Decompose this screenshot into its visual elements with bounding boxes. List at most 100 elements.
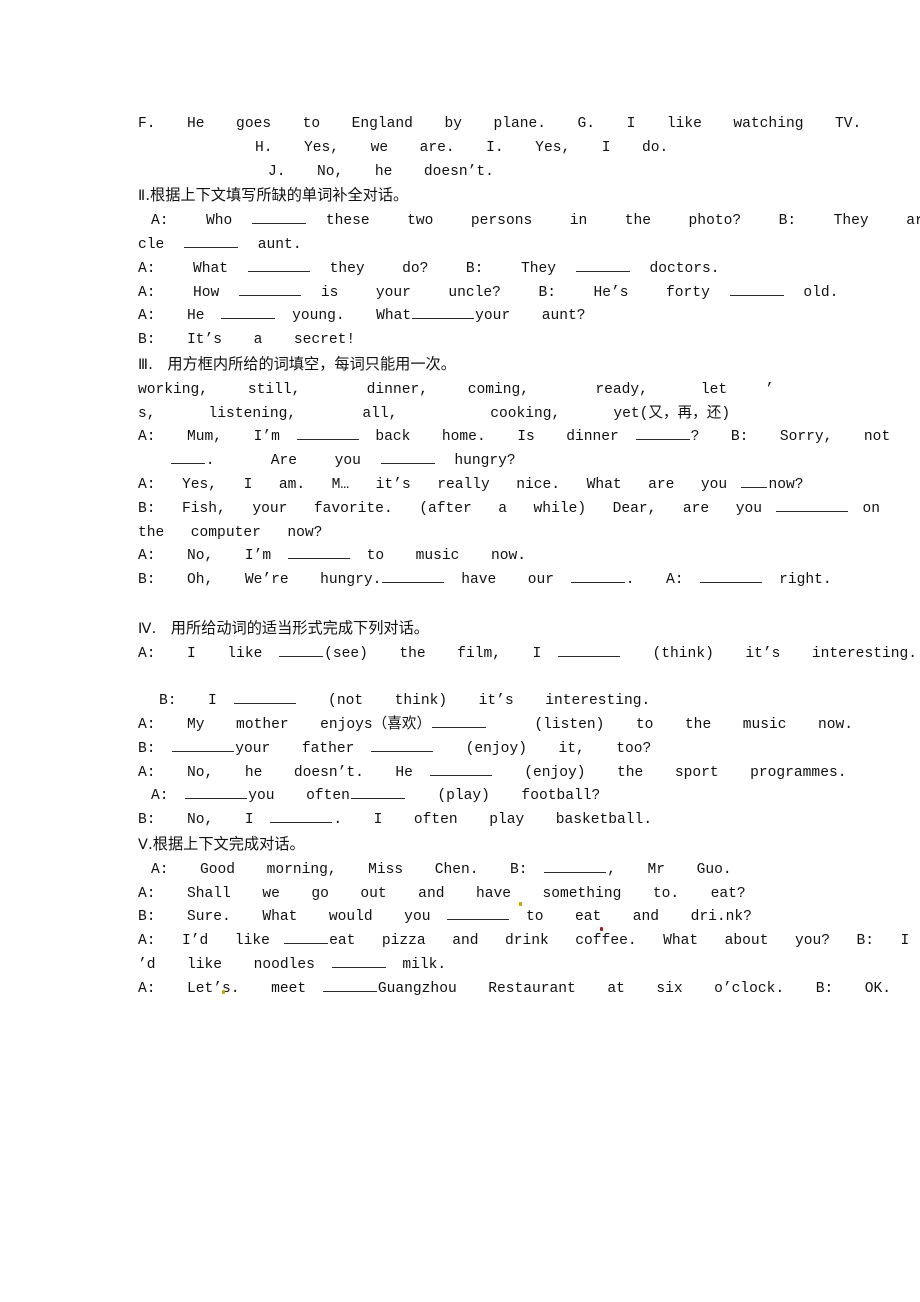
blank-field[interactable]	[544, 860, 607, 873]
text-fragment: A: I’d like	[138, 933, 284, 950]
blank-field[interactable]	[172, 739, 235, 752]
text-fragment: cle	[138, 236, 184, 253]
blank-field[interactable]	[331, 955, 386, 968]
exercise-5-line-4: A: I’d like eat pizza and drink coffee. …	[138, 930, 909, 954]
text-fragment: ’d like noodles	[138, 956, 331, 973]
text-fragment: A: Mum, I’m	[138, 429, 296, 446]
blank-field[interactable]	[432, 715, 487, 728]
exercise-3-line-5: the computer now?	[138, 524, 323, 541]
blank-field[interactable]	[371, 739, 434, 752]
section-4-title: . 用所给动词的适当形式完成下列对话。	[151, 618, 429, 637]
blank-field[interactable]	[287, 546, 350, 560]
section-5-numeral: Ⅴ	[138, 837, 148, 854]
blank-field[interactable]	[221, 306, 276, 320]
exercise-5-line-2: A: Shall we go out and have something to…	[138, 885, 746, 902]
blank-field[interactable]	[412, 306, 475, 320]
exercise-5-line-3: B: Sure. What would you to eat and dri.n…	[138, 906, 798, 930]
blank-field[interactable]	[284, 931, 329, 945]
worksheet-body: F. He goes to England by plane. G. I lik…	[138, 113, 920, 1001]
blank-field[interactable]	[382, 570, 445, 584]
text-fragment: right.	[763, 572, 832, 589]
blank-field[interactable]	[776, 499, 849, 512]
word-box-words: working, still, dinner, coming, ready, l…	[138, 381, 728, 398]
blank-field[interactable]	[322, 979, 377, 992]
blank-field[interactable]	[170, 451, 205, 465]
blank-field[interactable]	[575, 259, 630, 272]
text-fragment: on	[849, 500, 881, 517]
blank-field[interactable]	[729, 283, 784, 296]
text-fragment: doctors.	[630, 260, 720, 277]
text-fragment: have our	[445, 572, 570, 589]
answer-choice-line-j: J. No, he doesn’t.	[268, 163, 494, 180]
exercise-2-line-4: A: How is your uncle? B: He’s forty old.	[138, 282, 838, 306]
blank-field[interactable]	[185, 786, 248, 800]
text-fragment: back home. Is dinner	[359, 429, 635, 446]
text-fragment: A: Yes, I am. M… it’s really nice. What …	[138, 476, 741, 493]
section-5-title: .根据上下文完成对话。	[147, 834, 305, 853]
text-fragment: (enjoy) it, too?	[434, 740, 652, 757]
blank-field[interactable]	[270, 810, 333, 824]
text-fragment: B: No, I	[138, 812, 270, 829]
blank-field[interactable]	[700, 570, 763, 584]
exercise-3-line-7: B: Oh, We’re hungry. have our . A: right…	[138, 569, 832, 593]
text-fragment: A: Good morning, Miss Chen. B:	[151, 861, 544, 878]
exercise-4-line-4: B: your father (enjoy) it, too?	[138, 738, 798, 762]
exercise-4-line-1: A: I like (see) the film, I (think) it’s…	[138, 643, 917, 667]
exercise-3-line-3: A: Yes, I am. M… it’s really nice. What …	[138, 474, 803, 498]
blank-field[interactable]	[380, 451, 435, 465]
section-3-numeral: Ⅲ	[138, 357, 149, 374]
exercise-2-line-3: A: What they do? B: They doctors.	[138, 258, 798, 282]
blank-field[interactable]	[447, 907, 510, 921]
word-box-line-1: working, still, dinner, coming, ready, l…	[138, 379, 798, 403]
text-fragment: . Are you	[205, 453, 380, 470]
text-fragment: you often	[248, 788, 350, 805]
text-fragment: eat pizza and drink coffee. What about y…	[329, 933, 910, 950]
blank-field[interactable]	[635, 427, 690, 441]
text-fragment: aunt.	[239, 236, 302, 253]
text-fragment: (see) the film, I	[324, 645, 558, 662]
text-fragment: these two persons in the photo? B: They …	[325, 213, 920, 230]
answer-choice-line-fg: F. He goes to England by plane. G. I lik…	[138, 116, 862, 132]
text-fragment: (enjoy) the sport programmes.	[492, 764, 847, 781]
blank-field[interactable]	[239, 283, 302, 296]
text-fragment: B: Fish, your favorite. (after a while) …	[138, 500, 776, 517]
exercise-4-line-3: A: My mother enjoys（喜欢） (listen) to the …	[138, 714, 853, 738]
exercise-4-line-2: B: I (not think) it’s interesting.	[138, 690, 798, 714]
section-heading-4: Ⅳ. 用所给动词的适当形式完成下列对话。	[138, 617, 798, 643]
exercise-3-line-6: A: No, I’m to music now.	[138, 545, 798, 569]
text-fragment: milk.	[386, 956, 447, 973]
blank-field[interactable]	[252, 211, 307, 225]
blank-field[interactable]	[570, 570, 625, 584]
text-fragment: A: What	[138, 260, 247, 277]
blank-field[interactable]	[296, 427, 359, 441]
blank-field[interactable]	[247, 259, 310, 272]
blank-field[interactable]	[184, 235, 239, 248]
text-fragment: (listen) to the music now.	[487, 716, 854, 733]
blank-field[interactable]	[429, 763, 492, 776]
text-fragment: B:	[138, 740, 172, 757]
scan-artifact	[222, 990, 225, 994]
text-fragment: B: Sure. What would you	[138, 909, 447, 926]
text-fragment: now?	[768, 476, 804, 493]
section-heading-2: Ⅱ.根据上下文填写所缺的单词补全对话。	[138, 184, 798, 210]
exercise-2-line-6: B: It’s a secret!	[138, 332, 356, 349]
blank-field[interactable]	[279, 644, 324, 657]
text-fragment: to eat and dri.nk?	[510, 909, 752, 926]
text-fragment: B: I	[159, 693, 233, 710]
exercise-4-line-6: A: you often (play) football?	[138, 785, 798, 809]
section-heading-3: Ⅲ. 用方框内所给的词填空，每词只能用一次。	[138, 353, 798, 379]
blank-field[interactable]	[233, 691, 296, 705]
blank-field[interactable]	[741, 475, 768, 488]
exercise-3-line-1: A: Mum, I’m back home. Is dinner ? B: So…	[138, 426, 890, 450]
text-fragment: A: I like	[138, 645, 279, 662]
blank-field[interactable]	[558, 644, 621, 657]
text-fragment: , Mr Guo.	[607, 861, 732, 878]
text-fragment: (play) football?	[405, 788, 601, 805]
scan-artifact	[600, 927, 603, 931]
blank-field[interactable]	[350, 786, 405, 800]
section-4-numeral: Ⅳ	[138, 621, 152, 638]
text-fragment: your father	[235, 740, 371, 757]
text-fragment: A:	[151, 788, 185, 805]
section-2-title: .根据上下文填写所缺的单词补全对话。	[145, 186, 409, 205]
